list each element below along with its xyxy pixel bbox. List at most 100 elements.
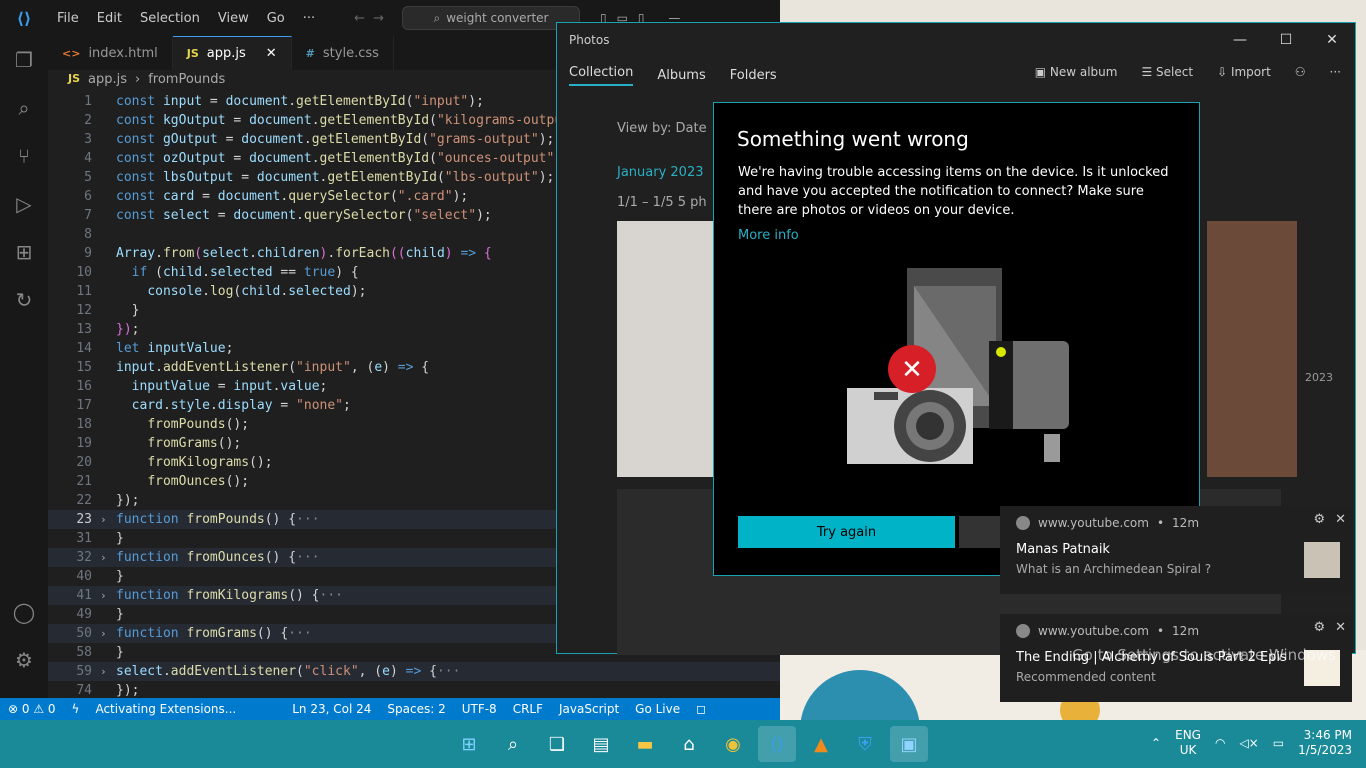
month-heading: January 2023 [617, 165, 704, 180]
import-button[interactable]: ⇩ Import [1217, 65, 1271, 79]
battery-icon[interactable]: ▭ [1273, 736, 1284, 750]
photos-icon[interactable]: ▣ [890, 726, 928, 762]
date-range: 1/1 – 1/5 5 ph [617, 195, 707, 210]
more-icon[interactable]: ··· [1330, 65, 1341, 79]
status-eol[interactable]: CRLF [505, 702, 551, 716]
search-icon[interactable]: ⌕ [494, 726, 532, 762]
device-error-illustration-icon: ✕ [847, 268, 1069, 464]
notification-title: Manas Patnaik [1016, 542, 1110, 557]
photo-thumbnail[interactable] [1207, 221, 1297, 477]
status-language[interactable]: JavaScript [551, 702, 627, 716]
nav-arrows-icon[interactable]: ←→ [354, 11, 392, 26]
timeline-year[interactable]: 2023 [1305, 371, 1333, 384]
status-encoding[interactable]: UTF-8 [454, 702, 505, 716]
breadcrumb-file[interactable]: app.js [88, 72, 127, 87]
source-control-icon[interactable]: ⑂ [0, 132, 48, 180]
fold-chevron-icon[interactable]: › [100, 662, 116, 681]
notification-toast[interactable]: www.youtube.com • 12m ⚙ ✕ Manas Patnaik … [1000, 506, 1352, 594]
file-explorer-icon[interactable]: ▬ [626, 726, 664, 762]
menu-go[interactable]: Go [258, 11, 294, 26]
tab-collection[interactable]: Collection [569, 65, 634, 86]
explorer-icon[interactable]: ❐ [0, 36, 48, 84]
people-icon[interactable]: ⚇ [1295, 65, 1306, 79]
settings-gear-icon[interactable]: ⚙ [1313, 620, 1325, 635]
tab-style-css[interactable]: # style.css [292, 36, 394, 70]
select-button[interactable]: ☰ Select [1141, 65, 1193, 79]
tab-index-html[interactable]: <> index.html [48, 36, 173, 70]
activate-windows-watermark: Go to Settings to activate Windows [1072, 646, 1336, 664]
status-activity[interactable]: Activating Extensions... [87, 702, 244, 716]
chrome-icon[interactable]: ◉ [714, 726, 752, 762]
try-again-button[interactable]: Try again [738, 516, 955, 548]
dialog-title: Something went wrong [737, 127, 969, 151]
more-info-link[interactable]: More info [738, 228, 1199, 243]
breadcrumb: JS app.js › fromPounds [68, 72, 225, 87]
status-position[interactable]: Ln 23, Col 24 [284, 702, 379, 716]
status-golive[interactable]: Go Live [627, 702, 688, 716]
breadcrumb-symbol[interactable]: fromPounds [148, 72, 225, 87]
command-search[interactable]: ⌕ weight converter [401, 6, 580, 30]
fold-chevron-icon[interactable]: › [100, 586, 116, 605]
close-icon[interactable]: ✕ [1335, 512, 1346, 527]
tab-albums[interactable]: Albums [657, 68, 705, 83]
start-icon[interactable]: ⊞ [450, 726, 488, 762]
vlc-icon[interactable]: ▲ [802, 726, 840, 762]
run-debug-icon[interactable]: ▷ [0, 180, 48, 228]
new-album-button[interactable]: ▣ New album [1035, 65, 1118, 79]
widgets-icon[interactable]: ▤ [582, 726, 620, 762]
chrome-icon [1016, 516, 1030, 530]
defender-icon[interactable]: ⛨ [846, 726, 884, 762]
taskbar-apps: ⊞ ⌕ ❏ ▤ ▬ ⌂ ◉ ⟨⟩ ▲ ⛨ ▣ [450, 726, 928, 762]
tab-label: app.js [206, 46, 246, 61]
language-region: UK [1179, 743, 1197, 757]
store-icon[interactable]: ⌂ [670, 726, 708, 762]
fold-chevron-icon[interactable]: › [100, 548, 116, 567]
tab-label: index.html [88, 45, 158, 61]
close-icon[interactable]: ✕ [1335, 620, 1346, 635]
volume-muted-icon[interactable]: ◁× [1239, 736, 1258, 750]
clock[interactable]: 3:46 PM 1/5/2023 [1298, 728, 1352, 758]
search-icon[interactable]: ⌕ [0, 84, 48, 132]
wifi-icon[interactable]: ◠ [1215, 736, 1225, 750]
menu-more-icon[interactable]: ··· [294, 11, 324, 26]
code-line: 59 › select.addEventListener("click", (e) … [48, 662, 780, 681]
menu-file[interactable]: File [48, 11, 88, 26]
notification-source: www.youtube.com • 12m [1016, 516, 1199, 530]
close-icon[interactable]: ✕ [1309, 23, 1355, 57]
menu-edit[interactable]: Edit [88, 11, 131, 26]
source-url: www.youtube.com [1038, 624, 1149, 638]
view-by-selector[interactable]: View by: Date [617, 121, 707, 136]
photo-thumbnail[interactable] [617, 221, 717, 477]
photos-toolbar: ▣ New album ☰ Select ⇩ Import ⚇ ··· [1035, 65, 1341, 79]
extensions-icon[interactable]: ⊞ [0, 228, 48, 276]
maximize-icon[interactable]: ☐ [1263, 23, 1309, 57]
notification-source: www.youtube.com • 12m [1016, 624, 1199, 638]
status-spaces[interactable]: Spaces: 2 [379, 702, 453, 716]
menu-selection[interactable]: Selection [131, 11, 209, 26]
lightning-icon[interactable]: ϟ [64, 702, 88, 716]
import-icon: ⇩ [1217, 65, 1231, 79]
settings-gear-icon[interactable]: ⚙ [0, 636, 48, 684]
search-icon: ⌕ [433, 10, 441, 25]
system-tray: ⌃ ENG UK ◠ ◁× ▭ 3:46 PM 1/5/2023 [1151, 728, 1352, 758]
remote-icon[interactable]: ↻ [0, 276, 48, 324]
status-problems[interactable]: ⊗ 0 ⚠ 0 [0, 702, 64, 716]
chevron-up-icon[interactable]: ⌃ [1151, 736, 1161, 750]
notification-time: 12m [1172, 516, 1200, 530]
bell-icon[interactable]: ◻ [688, 702, 714, 716]
fold-chevron-icon[interactable]: › [100, 510, 116, 529]
dialog-message: We're having trouble accessing items on … [738, 165, 1169, 218]
tab-app-js[interactable]: JS app.js ✕ [172, 36, 292, 70]
dot-separator: • [1156, 516, 1165, 530]
menu-view[interactable]: View [209, 11, 258, 26]
close-tab-icon[interactable]: ✕ [266, 46, 277, 61]
minimize-icon[interactable]: — [1217, 23, 1263, 57]
task-view-icon[interactable]: ❏ [538, 726, 576, 762]
settings-gear-icon[interactable]: ⚙ [1313, 512, 1325, 527]
vscode-icon[interactable]: ⟨⟩ [758, 726, 796, 762]
language-indicator[interactable]: ENG UK [1175, 728, 1201, 758]
account-icon[interactable]: ◯ [0, 588, 48, 636]
fold-chevron-icon[interactable]: › [100, 624, 116, 643]
tab-folders[interactable]: Folders [730, 68, 777, 83]
status-bar: ⊗ 0 ⚠ 0 ϟ Activating Extensions... Ln 23… [0, 698, 780, 720]
